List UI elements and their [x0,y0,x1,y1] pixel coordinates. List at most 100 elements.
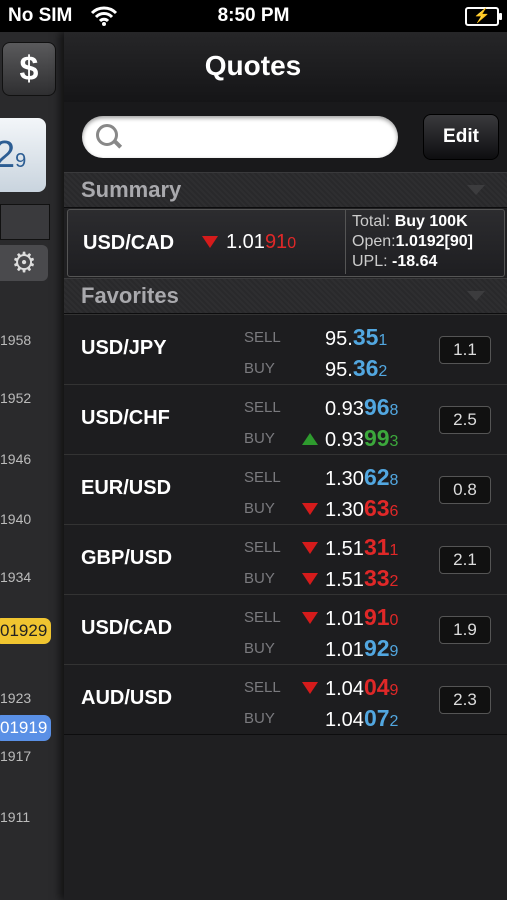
open-value: 1.0192[90] [395,233,473,250]
dollar-menu-button[interactable]: $ [2,42,56,96]
buy-label: BUY [244,430,275,447]
sell-price[interactable]: 1.30628 [325,464,398,491]
price-prefix: 0.93 [325,429,364,451]
edit-button[interactable]: Edit [423,114,499,160]
price-prefix: 1.51 [325,569,364,591]
quote-row[interactable]: EUR/USD SELL 1.30628 BUY 1.30636 0.8 [64,454,507,525]
price-pips: 91 [363,604,390,630]
price-prefix: 1.30 [325,468,364,490]
quote-row[interactable]: USD/JPY SELL 95.351 BUY 95.362 1.1 [64,314,507,385]
price-prefix: 1.51 [325,538,364,560]
price-prefix: 1.30 [325,499,364,521]
quotes-panel: Quotes Edit Summary USD/CAD 1.01910 Tota… [64,32,507,900]
search-input[interactable] [128,122,392,154]
summary-label: Summary [81,177,182,202]
price-tick: 1946 [0,451,32,467]
price-pips: 92 [363,635,390,661]
price-tick: 1923 [0,690,32,706]
price-prefix: 95. [325,359,353,381]
total-line: Total: Buy 100K [352,213,468,231]
sell-price[interactable]: 0.93968 [325,394,398,421]
collapse-icon [467,185,485,195]
upl-value: -18.64 [392,253,438,270]
total-label: Total: [352,213,391,230]
price-tick: 1958 [0,332,32,348]
down-arrow-icon [302,503,318,515]
price-fraction: 3 [389,433,399,450]
price-marker-blue: 01919 [0,715,52,741]
quote-row[interactable]: GBP/USD SELL 1.51311 BUY 1.51332 2.1 [64,524,507,595]
sell-price[interactable]: 1.04049 [325,674,398,701]
price-fraction: 9 [389,643,399,660]
price-prefix: 0.93 [325,398,364,420]
collapse-icon [467,291,485,301]
sell-label: SELL [244,539,281,556]
nav-bar: Quotes [64,32,507,103]
sell-price[interactable]: 1.51311 [325,534,398,561]
price-pips: 04 [363,674,390,700]
summary-pair: USD/CAD [83,232,175,254]
buy-price[interactable]: 95.362 [325,355,387,382]
spread-badge: 1.9 [439,616,491,644]
price-tick: 1917 [0,748,32,764]
page-title: Quotes [204,50,302,81]
summary-price: 1.01910 [226,231,296,254]
pair-label: GBP/USD [81,547,173,569]
position-box: Total: Buy 100K Open:1.0192[90] UPL: -18… [345,210,504,274]
buy-price[interactable]: 1.30636 [325,495,398,522]
price-prefix: 1.01 [325,608,364,630]
quote-row[interactable]: AUD/USD SELL 1.04049 BUY 1.04072 2.3 [64,664,507,735]
price-fraction: 0 [389,612,399,629]
upl-label: UPL: [352,253,388,270]
price-prefix: 1.04 [325,709,364,731]
buy-price[interactable]: 1.01929 [325,635,398,662]
price-fraction: 2 [378,363,388,380]
price-fraction: 2 [389,573,399,590]
spread-badge: 2.1 [439,546,491,574]
pair-label: USD/CAD [81,617,173,639]
price-pips: 33 [363,565,390,591]
buy-label: BUY [244,360,275,377]
price-tick: 1952 [0,390,32,406]
up-arrow-icon [302,433,318,445]
down-arrow-icon [202,236,218,248]
sell-label: SELL [244,469,281,486]
left-bar[interactable] [0,204,50,240]
summary-card[interactable]: USD/CAD 1.01910 Total: Buy 100K Open:1.0… [67,209,505,277]
quote-tile[interactable]: 29 [0,118,46,192]
open-line: Open:1.0192[90] [352,233,473,251]
quote-row[interactable]: USD/CHF SELL 0.93968 BUY 0.93993 2.5 [64,384,507,455]
buy-label: BUY [244,570,275,587]
price-pips: 63 [363,495,390,521]
price-marker-yellow: 01929 [0,618,52,644]
upl-line: UPL: -18.64 [352,253,437,271]
favorites-header[interactable]: Favorites [64,278,507,314]
summary-header[interactable]: Summary [64,172,507,208]
battery-icon: ⚡ [465,7,502,26]
sell-price[interactable]: 95.351 [325,324,387,351]
down-arrow-icon [302,542,318,554]
price-prefix: 1.04 [325,678,364,700]
price-tick: 1911 [0,809,31,825]
search-icon [96,124,118,146]
spread-badge: 2.3 [439,686,491,714]
pair-label: USD/JPY [81,337,167,359]
summary-price-big: 91 [264,231,288,253]
buy-price[interactable]: 1.04072 [325,705,398,732]
buy-price[interactable]: 0.93993 [325,425,398,452]
price-fraction: 1 [389,542,399,559]
quote-row[interactable]: USD/CAD SELL 1.01910 BUY 1.01929 1.9 [64,594,507,665]
price-pips: 31 [363,534,390,560]
price-pips: 07 [363,705,390,731]
price-fraction: 8 [389,402,399,419]
search-field[interactable] [82,116,398,158]
pair-label: USD/CHF [81,407,170,429]
buy-price[interactable]: 1.51332 [325,565,398,592]
sell-label: SELL [244,609,281,626]
price-fraction: 2 [389,713,399,730]
gear-icon[interactable]: ⚙ [0,245,48,281]
search-row: Edit [64,102,507,173]
buy-label: BUY [244,640,275,657]
price-fraction: 6 [389,503,399,520]
sell-price[interactable]: 1.01910 [325,604,398,631]
